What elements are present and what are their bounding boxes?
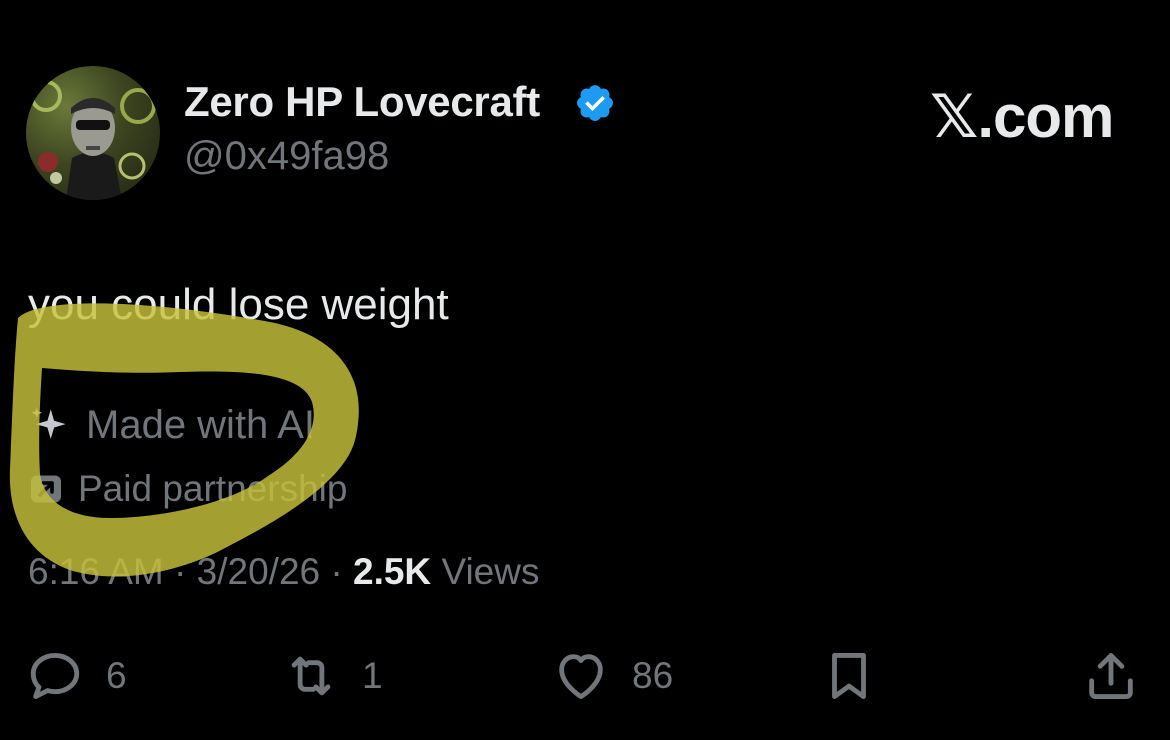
paid-partnership-text: Paid partnership	[78, 468, 348, 509]
sparkle-icon	[31, 407, 66, 439]
like-count: 86	[632, 655, 674, 696]
reply-button[interactable]: 6	[26, 646, 127, 706]
bookmark-icon	[832, 653, 866, 699]
views-count[interactable]: 2.5K	[353, 551, 431, 592]
bookmark-button[interactable]	[820, 646, 878, 706]
author-handle[interactable]: @0x49fa98	[184, 134, 389, 179]
avatar[interactable]	[26, 66, 160, 200]
tweet-date[interactable]: 3/20/26	[197, 551, 320, 592]
repost-icon	[291, 656, 331, 696]
tweet-text: you could lose weight	[28, 280, 449, 329]
meta-separator: ·	[174, 551, 187, 592]
reply-count: 6	[106, 655, 127, 696]
paid-partnership-icon	[31, 475, 61, 503]
repost-count: 1	[362, 655, 383, 696]
verified-badge-icon[interactable]	[574, 82, 616, 124]
brand-watermark: 𝕏.com	[930, 83, 1114, 150]
meta-separator: ·	[330, 551, 343, 592]
reply-icon	[30, 653, 80, 699]
share-icon	[1089, 653, 1133, 699]
tweet-metadata: 6:16 AM · 3/20/26 · 2.5K Views	[28, 551, 539, 593]
like-icon	[559, 654, 603, 699]
made-with-ai-label[interactable]: Made with AI	[28, 400, 315, 450]
views-label[interactable]: Views	[441, 551, 539, 592]
tweet-time[interactable]: 6:16 AM	[28, 551, 164, 592]
like-button[interactable]: 86	[552, 646, 673, 706]
repost-button[interactable]: 1	[282, 646, 383, 706]
paid-partnership-label[interactable]: Paid partnership	[28, 466, 347, 512]
made-with-ai-text: Made with AI	[86, 402, 316, 447]
avatar-image	[30, 80, 156, 200]
author-display-name[interactable]: Zero HP Lovecraft	[184, 78, 540, 126]
share-button[interactable]	[1082, 646, 1140, 706]
